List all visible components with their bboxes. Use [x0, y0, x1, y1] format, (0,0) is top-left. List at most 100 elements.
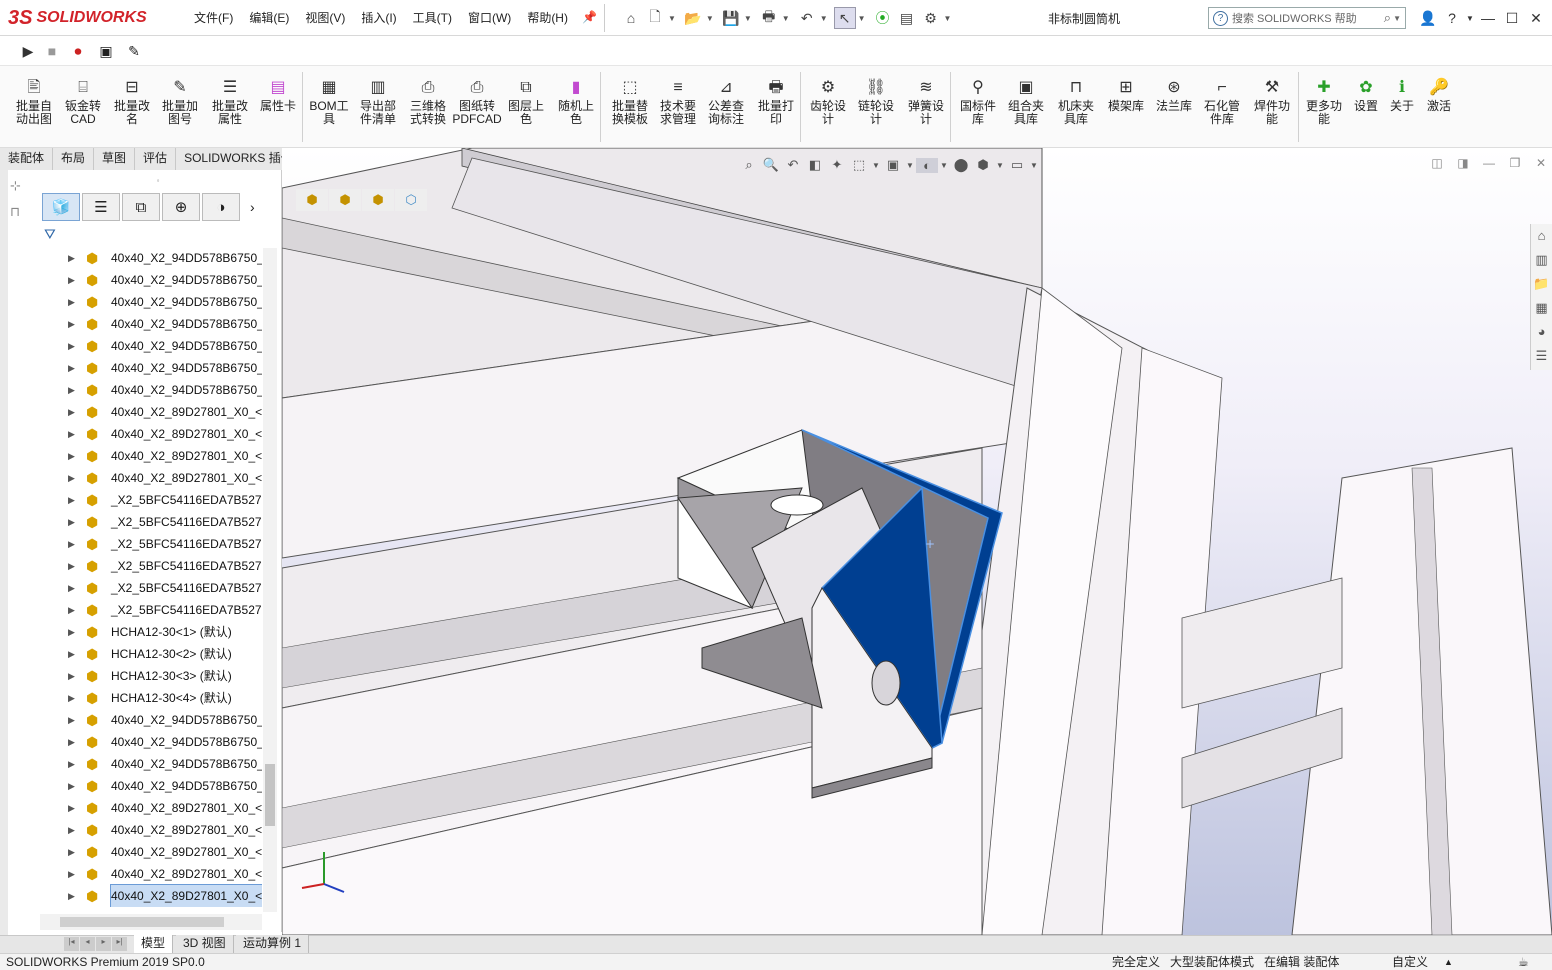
ribbon-button-3[interactable]: ✎ 批量加 图号	[158, 78, 202, 144]
graphics-area[interactable]: +	[282, 148, 1552, 935]
tile-right-icon[interactable]: ◨	[1450, 156, 1476, 170]
expand-arrow-icon[interactable]: ▶	[68, 423, 75, 445]
close-icon[interactable]: ✕	[1524, 10, 1548, 27]
ribbon-button-28[interactable]: ℹ 关于	[1388, 78, 1416, 144]
tree-item[interactable]: ▶ ⬢ 40x40_X2_94DD578B6750_	[60, 753, 262, 775]
print-icon[interactable]: 🖶	[758, 7, 780, 29]
hide-show-items-icon[interactable]: ◐	[916, 157, 938, 173]
rebuild-status-icon[interactable]: ☕	[1518, 955, 1529, 970]
expand-arrow-icon[interactable]: ▶	[68, 335, 75, 357]
zoom-to-fit-icon[interactable]: ⌕	[738, 157, 760, 173]
ribbon-button-0[interactable]: 🖹 批量自 动出图	[12, 78, 56, 144]
first-tab-icon[interactable]: |◂	[64, 937, 79, 951]
command-tab-1[interactable]: 布局	[53, 148, 95, 170]
ribbon-button-11[interactable]: ▮ 随机上 色	[554, 78, 598, 144]
ribbon-button-4[interactable]: ☰ 批量改 属性	[208, 78, 252, 144]
home-icon[interactable]: ⌂	[620, 7, 642, 29]
view-palette-icon[interactable]: ▦	[1531, 296, 1552, 320]
new-macro-icon[interactable]: ▣	[96, 41, 116, 61]
chevron-up-icon[interactable]: ▲	[1444, 955, 1453, 970]
tree-item[interactable]: ▶ ⬢ 40x40_X2_94DD578B6750_	[60, 709, 262, 731]
view-settings-icon[interactable]: ▭	[1006, 157, 1028, 173]
tree-item[interactable]: ▶ ⬢ 40x40_X2_89D27801_X0_<	[60, 401, 262, 423]
ribbon-button-19[interactable]: ⚲ 国标件 库	[956, 78, 1000, 144]
tree-item[interactable]: ▶ ⬢ 40x40_X2_89D27801_X0_<	[60, 445, 262, 467]
expand-arrow-icon[interactable]: ▶	[68, 687, 75, 709]
ribbon-button-12[interactable]: ⬚ 批量替 换模板	[608, 78, 652, 144]
tree-item[interactable]: ▶ ⬢ 40x40_X2_89D27801_X0_<	[60, 884, 262, 907]
file-explorer-icon[interactable]: 📁	[1531, 272, 1552, 296]
options-gear-icon[interactable]: ⚙	[920, 7, 942, 29]
expand-arrow-icon[interactable]: ▶	[68, 313, 75, 335]
ribbon-button-2[interactable]: ⊟ 批量改 名	[110, 78, 154, 144]
filter-icon[interactable]: ⛛	[44, 226, 56, 243]
tree-item[interactable]: ▶ ⬢ 40x40_X2_94DD578B6750_	[60, 731, 262, 753]
play-macro-icon[interactable]: ▶	[18, 41, 38, 61]
tree-item[interactable]: ▶ ⬢ 40x40_X2_89D27801_X0_<	[60, 841, 262, 863]
dimxpert-icon[interactable]: ⊕	[162, 193, 200, 221]
expand-arrow-icon[interactable]: ▶	[68, 665, 75, 687]
tree-item[interactable]: ▶ ⬢ 40x40_X2_89D27801_X0_<	[60, 819, 262, 841]
expand-arrow-icon[interactable]: ▶	[68, 841, 75, 863]
configuration-manager-icon[interactable]: ⧉	[122, 193, 160, 221]
chevron-down-icon[interactable]: ▼	[1464, 14, 1476, 23]
tree-item[interactable]: ▶ ⬢ 40x40_X2_94DD578B6750_	[60, 357, 262, 379]
ribbon-button-10[interactable]: ⧉ 图层上 色	[504, 78, 548, 144]
prev-tab-icon[interactable]: ◂	[80, 937, 95, 951]
bottom-tab-0[interactable]: 模型	[134, 935, 174, 953]
breadcrumb-assembly-icon[interactable]: ⬢	[296, 189, 328, 211]
ribbon-button-18[interactable]: ≋ 弹簧设 计	[904, 78, 948, 144]
user-icon[interactable]: 👤	[1416, 10, 1440, 27]
expand-arrow-icon[interactable]: ▶	[68, 269, 75, 291]
menu-item-4[interactable]: 工具(T)	[405, 8, 460, 30]
expand-arrow-icon[interactable]: ▶	[68, 577, 75, 599]
command-tab-2[interactable]: 草图	[94, 148, 136, 170]
tree-item[interactable]: ▶ ⬢ 40x40_X2_94DD578B6750_	[60, 269, 262, 291]
menu-item-5[interactable]: 窗口(W)	[460, 8, 519, 30]
ribbon-button-23[interactable]: ⊛ 法兰库	[1152, 78, 1196, 144]
expand-arrow-icon[interactable]: ▶	[68, 467, 75, 489]
last-tab-icon[interactable]: ▸|	[112, 937, 127, 951]
chevron-down-icon[interactable]: ▼	[904, 161, 916, 170]
viewport-minimize-icon[interactable]: —	[1476, 156, 1502, 170]
tree-item[interactable]: ▶ ⬢ HCHA12-30<2> (默认)	[60, 643, 262, 665]
ribbon-button-7[interactable]: ▥ 导出部 件清单	[356, 78, 400, 144]
expand-arrow-icon[interactable]: ▶	[68, 643, 75, 665]
tree-item[interactable]: ▶ ⬢ _X2_5BFC54116EDA7B527I	[60, 511, 262, 533]
record-macro-icon[interactable]: ⏺	[68, 41, 88, 61]
tree-item[interactable]: ▶ ⬢ _X2_5BFC54116EDA7B527I	[60, 489, 262, 511]
expand-arrow-icon[interactable]: ▶	[68, 379, 75, 401]
menu-item-1[interactable]: 编辑(E)	[241, 8, 297, 30]
menu-item-6[interactable]: 帮助(H)	[519, 8, 576, 30]
tree-item[interactable]: ▶ ⬢ _X2_5BFC54116EDA7B527I	[60, 599, 262, 621]
dynamic-annotation-icon[interactable]: ✦	[826, 157, 848, 173]
property-manager-icon[interactable]: ☰	[82, 193, 120, 221]
tree-item[interactable]: ▶ ⬢ _X2_5BFC54116EDA7B527I	[60, 577, 262, 599]
ribbon-button-17[interactable]: ⛓ 链轮设 计	[854, 78, 898, 144]
expand-arrow-icon[interactable]: ▶	[68, 753, 75, 775]
help-search-input[interactable]: ? 搜索 SOLIDWORKS 帮助 ⌕ ▼	[1208, 7, 1406, 29]
ribbon-button-29[interactable]: 🔑 激活	[1424, 78, 1454, 144]
tree-item[interactable]: ▶ ⬢ 40x40_X2_89D27801_X0_<	[60, 467, 262, 489]
tree-item[interactable]: ▶ ⬢ 40x40_X2_94DD578B6750_	[60, 247, 262, 269]
select-cursor-icon[interactable]: ↖	[833, 7, 856, 29]
custom-properties-icon[interactable]: ☰	[1531, 344, 1552, 368]
tree-item[interactable]: ▶ ⬢ 40x40_X2_94DD578B6750_	[60, 335, 262, 357]
breadcrumb-part-icon[interactable]: ⬢	[362, 189, 394, 211]
expand-arrow-icon[interactable]: ▶	[68, 731, 75, 753]
chevron-right-icon[interactable]: ›	[250, 199, 255, 215]
expand-arrow-icon[interactable]: ▶	[68, 291, 75, 313]
expand-arrow-icon[interactable]: ▶	[68, 357, 75, 379]
ribbon-button-26[interactable]: ✚ 更多功 能	[1302, 78, 1346, 144]
ribbon-button-15[interactable]: 🖶 批量打 印	[754, 78, 798, 144]
units-custom[interactable]: 自定义	[1392, 955, 1428, 970]
ribbon-button-9[interactable]: ⎙ 图纸转 PDFCAD	[452, 78, 501, 144]
save-icon[interactable]: 💾	[720, 7, 742, 29]
chevron-down-icon[interactable]: ▼	[870, 161, 882, 170]
panel-grip[interactable]: ◦	[38, 176, 278, 186]
tree-item[interactable]: ▶ ⬢ 40x40_X2_94DD578B6750_	[60, 313, 262, 335]
sketch-icon[interactable]: ⊓	[10, 204, 38, 220]
section-view-icon[interactable]: ◧	[804, 157, 826, 173]
chevron-down-icon[interactable]: ▼	[820, 14, 828, 23]
chevron-down-icon[interactable]: ▼	[944, 14, 952, 23]
